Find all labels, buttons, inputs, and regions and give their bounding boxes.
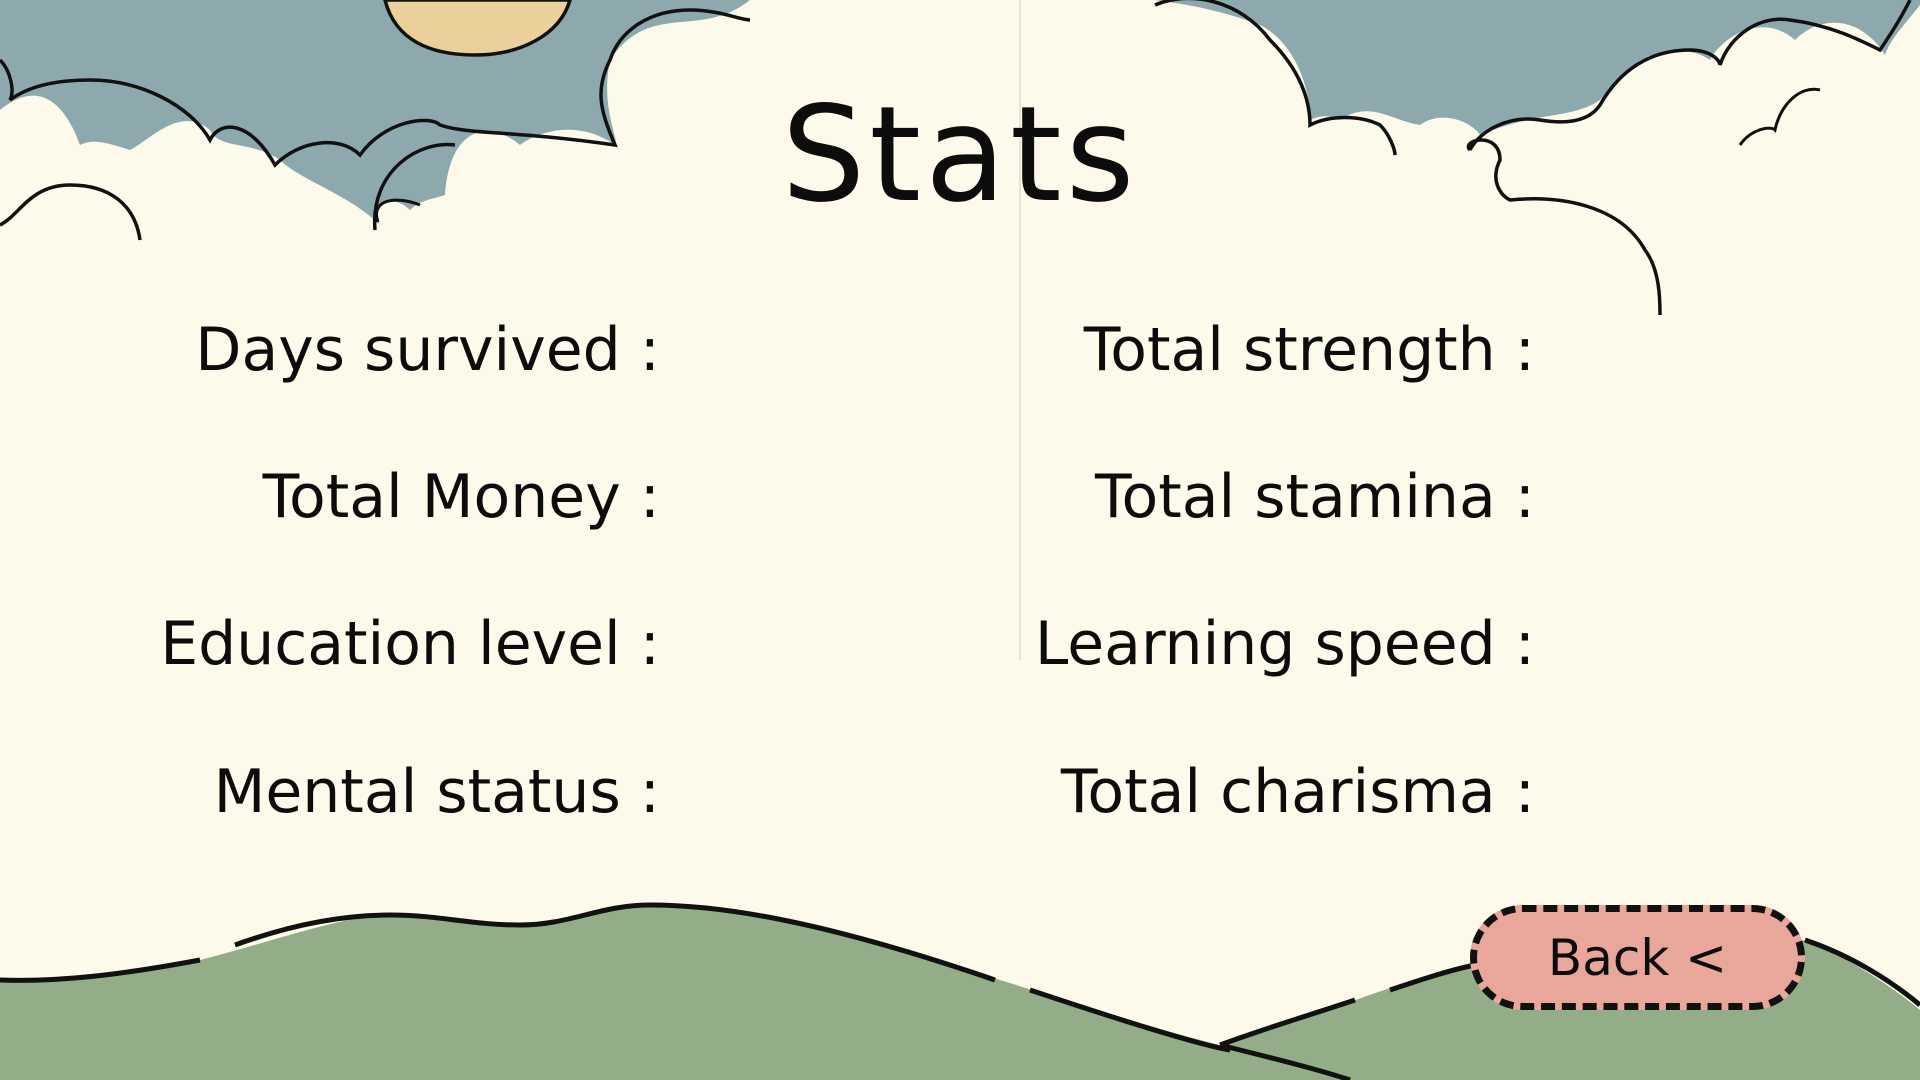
stat-label-days-survived: Days survived : — [195, 315, 660, 385]
stat-label-learning-speed: Learning speed : — [1034, 609, 1535, 679]
stat-label-total-charisma: Total charisma : — [1060, 757, 1535, 827]
back-button[interactable]: Back < — [1470, 905, 1805, 1010]
stat-label-total-money: Total Money : — [262, 462, 660, 532]
stat-label-total-strength: Total strength : — [1083, 315, 1535, 385]
stats-screen: Stats Days survived : Total Money : Educ… — [0, 0, 1920, 1080]
stat-label-education-level: Education level : — [160, 609, 660, 679]
stat-label-mental-status: Mental status : — [213, 757, 660, 827]
back-button-label: Back < — [1547, 928, 1728, 987]
page-title: Stats — [781, 78, 1139, 232]
stat-label-total-stamina: Total stamina : — [1095, 462, 1535, 532]
